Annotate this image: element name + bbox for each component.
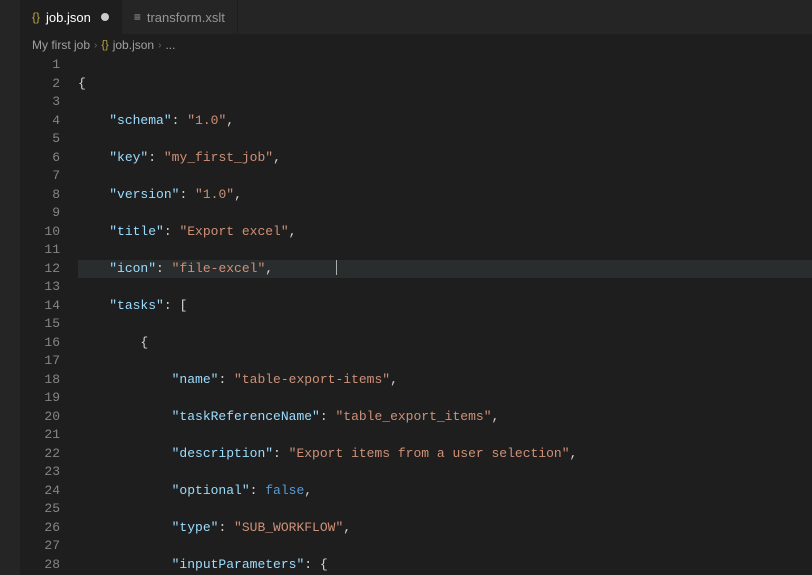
code-line: "type": "SUB_WORKFLOW", [78, 519, 812, 538]
code-line: { [78, 75, 812, 94]
tab-transform-xslt[interactable]: ≡ transform.xslt [122, 0, 238, 34]
breadcrumb-item[interactable]: ... [165, 38, 175, 52]
breadcrumb[interactable]: My first job › {} job.json › ... [20, 34, 812, 56]
code-line: "schema": "1.0", [78, 112, 812, 131]
code-line: "icon": "file-excel", [78, 260, 812, 279]
line-number-gutter: 1 2 3 4 5 6 7 8 9 10 11 12 13 14 15 16 1… [20, 56, 78, 575]
code-line: "tasks": [ [78, 297, 812, 316]
code-line: "title": "Export excel", [78, 223, 812, 242]
code-line: "version": "1.0", [78, 186, 812, 205]
xslt-file-icon: ≡ [134, 10, 141, 24]
json-file-icon: {} [101, 39, 108, 51]
chevron-right-icon: › [158, 40, 161, 51]
tabs-bar: {} job.json ≡ transform.xslt [20, 0, 812, 34]
json-file-icon: {} [32, 10, 40, 24]
activity-bar [0, 0, 20, 575]
code-line: "optional": false, [78, 482, 812, 501]
code-line: "key": "my_first_job", [78, 149, 812, 168]
tab-job-json[interactable]: {} job.json [20, 0, 122, 34]
dirty-indicator-icon [101, 13, 109, 21]
code-line: "inputParameters": { [78, 556, 812, 575]
code-line: { [78, 334, 812, 353]
editor-group: {} job.json ≡ transform.xslt My first jo… [20, 0, 812, 575]
code-content[interactable]: { "schema": "1.0", "key": "my_first_job"… [78, 56, 812, 575]
text-cursor [336, 260, 337, 275]
breadcrumb-item[interactable]: job.json [113, 38, 154, 52]
chevron-right-icon: › [94, 40, 97, 51]
tab-label: transform.xslt [147, 10, 225, 25]
breadcrumb-item[interactable]: My first job [32, 38, 90, 52]
text-editor[interactable]: 1 2 3 4 5 6 7 8 9 10 11 12 13 14 15 16 1… [20, 56, 812, 575]
code-line: "description": "Export items from a user… [78, 445, 812, 464]
code-line: "taskReferenceName": "table_export_items… [78, 408, 812, 427]
code-line: "name": "table-export-items", [78, 371, 812, 390]
tab-label: job.json [46, 10, 91, 25]
